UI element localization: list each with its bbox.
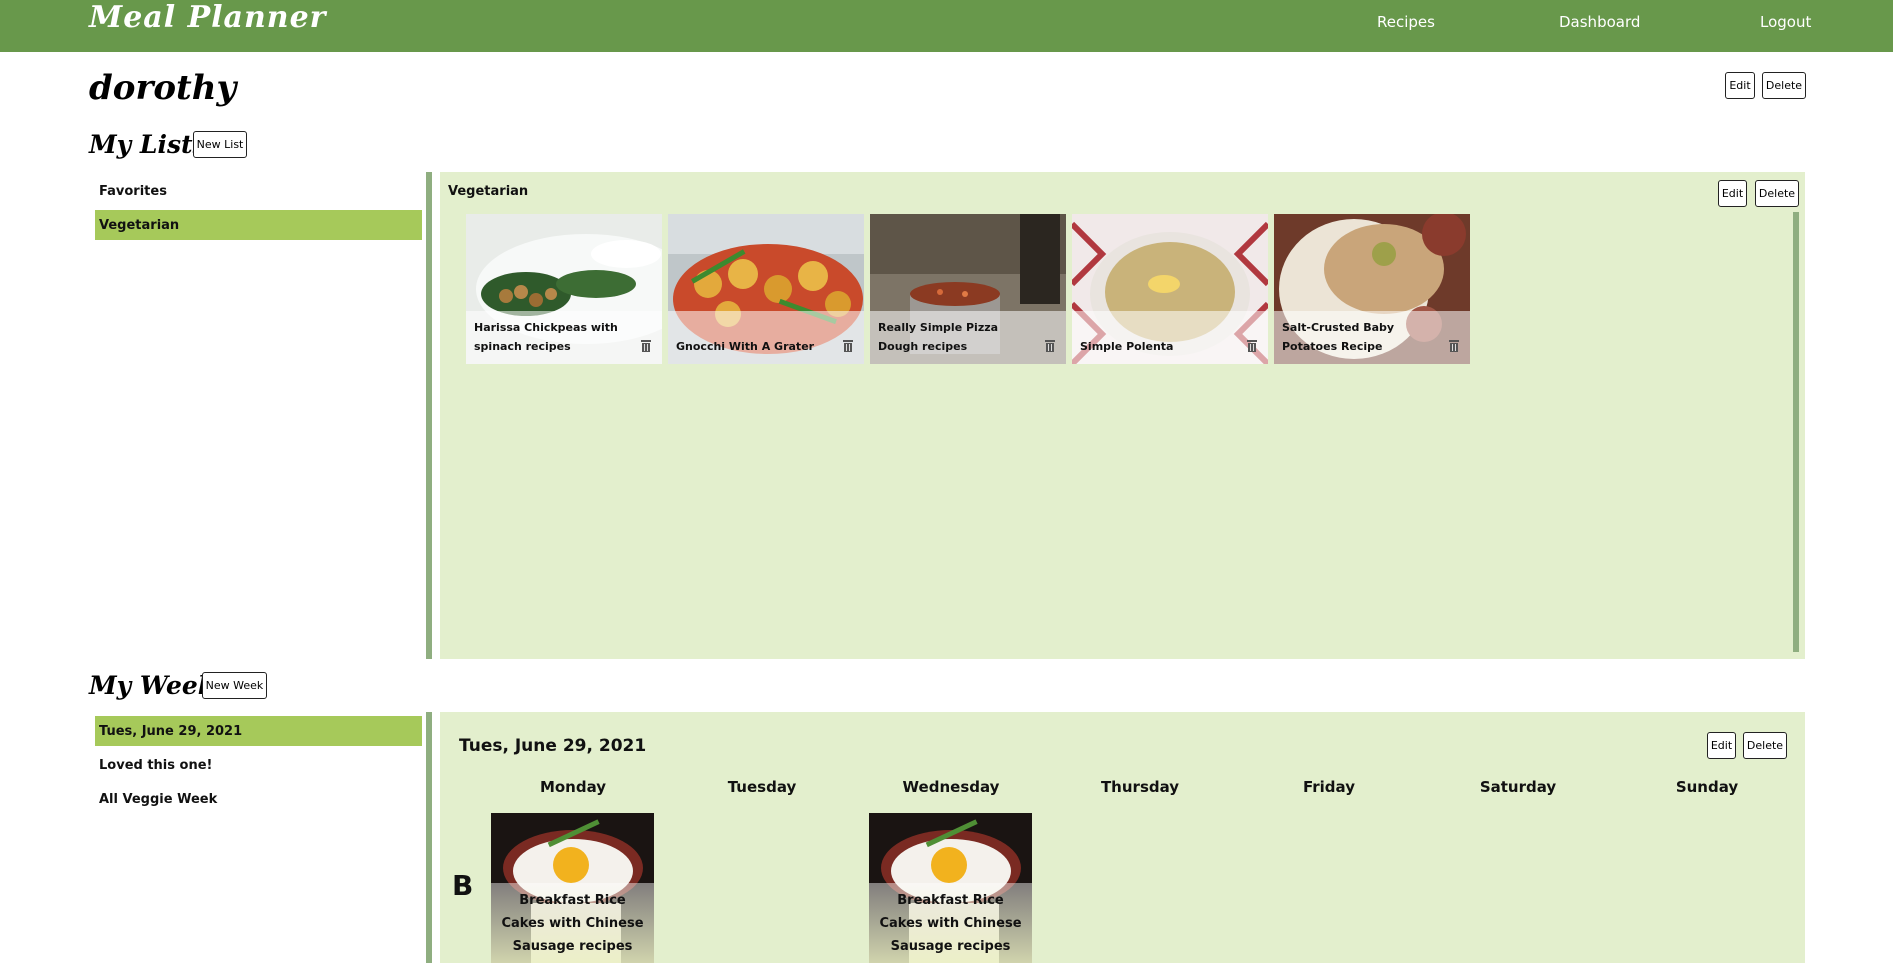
user-name: dorothy [89,68,237,108]
trash-icon[interactable] [1448,339,1460,352]
week-panel-title: Tues, June 29, 2021 [459,736,647,756]
delete-week-button[interactable]: Delete [1743,732,1787,759]
day-header-sunday: Sunday [1675,778,1739,796]
top-navbar: Meal Planner Recipes Dashboard Logout [0,0,1893,52]
trash-icon[interactable] [842,339,854,352]
recipe-title: Gnocchi With A Grater [676,340,815,353]
week-item-loved-this-one[interactable]: Loved this one! [95,750,422,780]
meal-title: Breakfast Rice Cakes with Chinese Sausag… [879,893,1022,954]
trash-icon[interactable] [1246,339,1258,352]
trash-icon[interactable] [640,339,652,352]
recipe-card[interactable]: Gnocchi With A Grater [668,214,864,364]
recipe-title: Harissa Chickpeas with spinach recipes [474,321,618,353]
recipe-card[interactable]: Really Simple Pizza Dough recipes [870,214,1066,364]
delete-user-button[interactable]: Delete [1762,72,1806,99]
list-item-favorites[interactable]: Favorites [95,176,422,206]
week-item-june-29[interactable]: Tues, June 29, 2021 [95,716,422,746]
recipe-title: Really Simple Pizza Dough recipes [878,321,999,353]
delete-list-button[interactable]: Delete [1755,180,1799,207]
brand-logo[interactable]: Meal Planner [89,0,326,35]
meal-row-label: B [452,869,474,902]
weeks-divider [426,712,432,963]
meal-card-wednesday[interactable]: Breakfast Rice Cakes with Chinese Sausag… [869,813,1032,963]
day-header-saturday: Saturday [1479,778,1557,796]
trash-icon[interactable] [1044,339,1056,352]
edit-user-button[interactable]: Edit [1725,72,1755,99]
day-header-thursday: Thursday [1100,778,1180,796]
list-panel-title: Vegetarian [448,184,529,199]
lists-divider [426,172,432,659]
list-item-vegetarian[interactable]: Vegetarian [95,210,422,240]
new-list-button[interactable]: New List [193,131,247,158]
recipe-card[interactable]: Salt-Crusted Baby Potatoes Recipe [1274,214,1470,364]
day-header-monday: Monday [539,778,607,796]
week-item-all-veggie[interactable]: All Veggie Week [95,784,422,814]
day-header-friday: Friday [1302,778,1355,796]
meal-title: Breakfast Rice Cakes with Chinese Sausag… [501,893,644,954]
day-header-tuesday: Tuesday [727,778,797,796]
day-header-wednesday: Wednesday [902,778,1000,796]
nav-recipes-link[interactable]: Recipes [1377,13,1435,31]
edit-list-button[interactable]: Edit [1718,180,1747,207]
nav-dashboard-link[interactable]: Dashboard [1559,13,1640,31]
recipe-title: Salt-Crusted Baby Potatoes Recipe [1282,321,1395,353]
edit-week-button[interactable]: Edit [1707,732,1736,759]
nav-logout-link[interactable]: Logout [1760,13,1811,31]
meal-card-monday[interactable]: Breakfast Rice Cakes with Chinese Sausag… [491,813,654,963]
recipe-card[interactable]: Harissa Chickpeas with spinach recipes [466,214,662,364]
my-lists-heading: My Lists [89,130,207,159]
new-week-button[interactable]: New Week [202,672,267,699]
recipe-card[interactable]: Simple Polenta [1072,214,1268,364]
recipe-title: Simple Polenta [1080,340,1174,353]
list-panel-scrollbar[interactable] [1793,212,1799,652]
